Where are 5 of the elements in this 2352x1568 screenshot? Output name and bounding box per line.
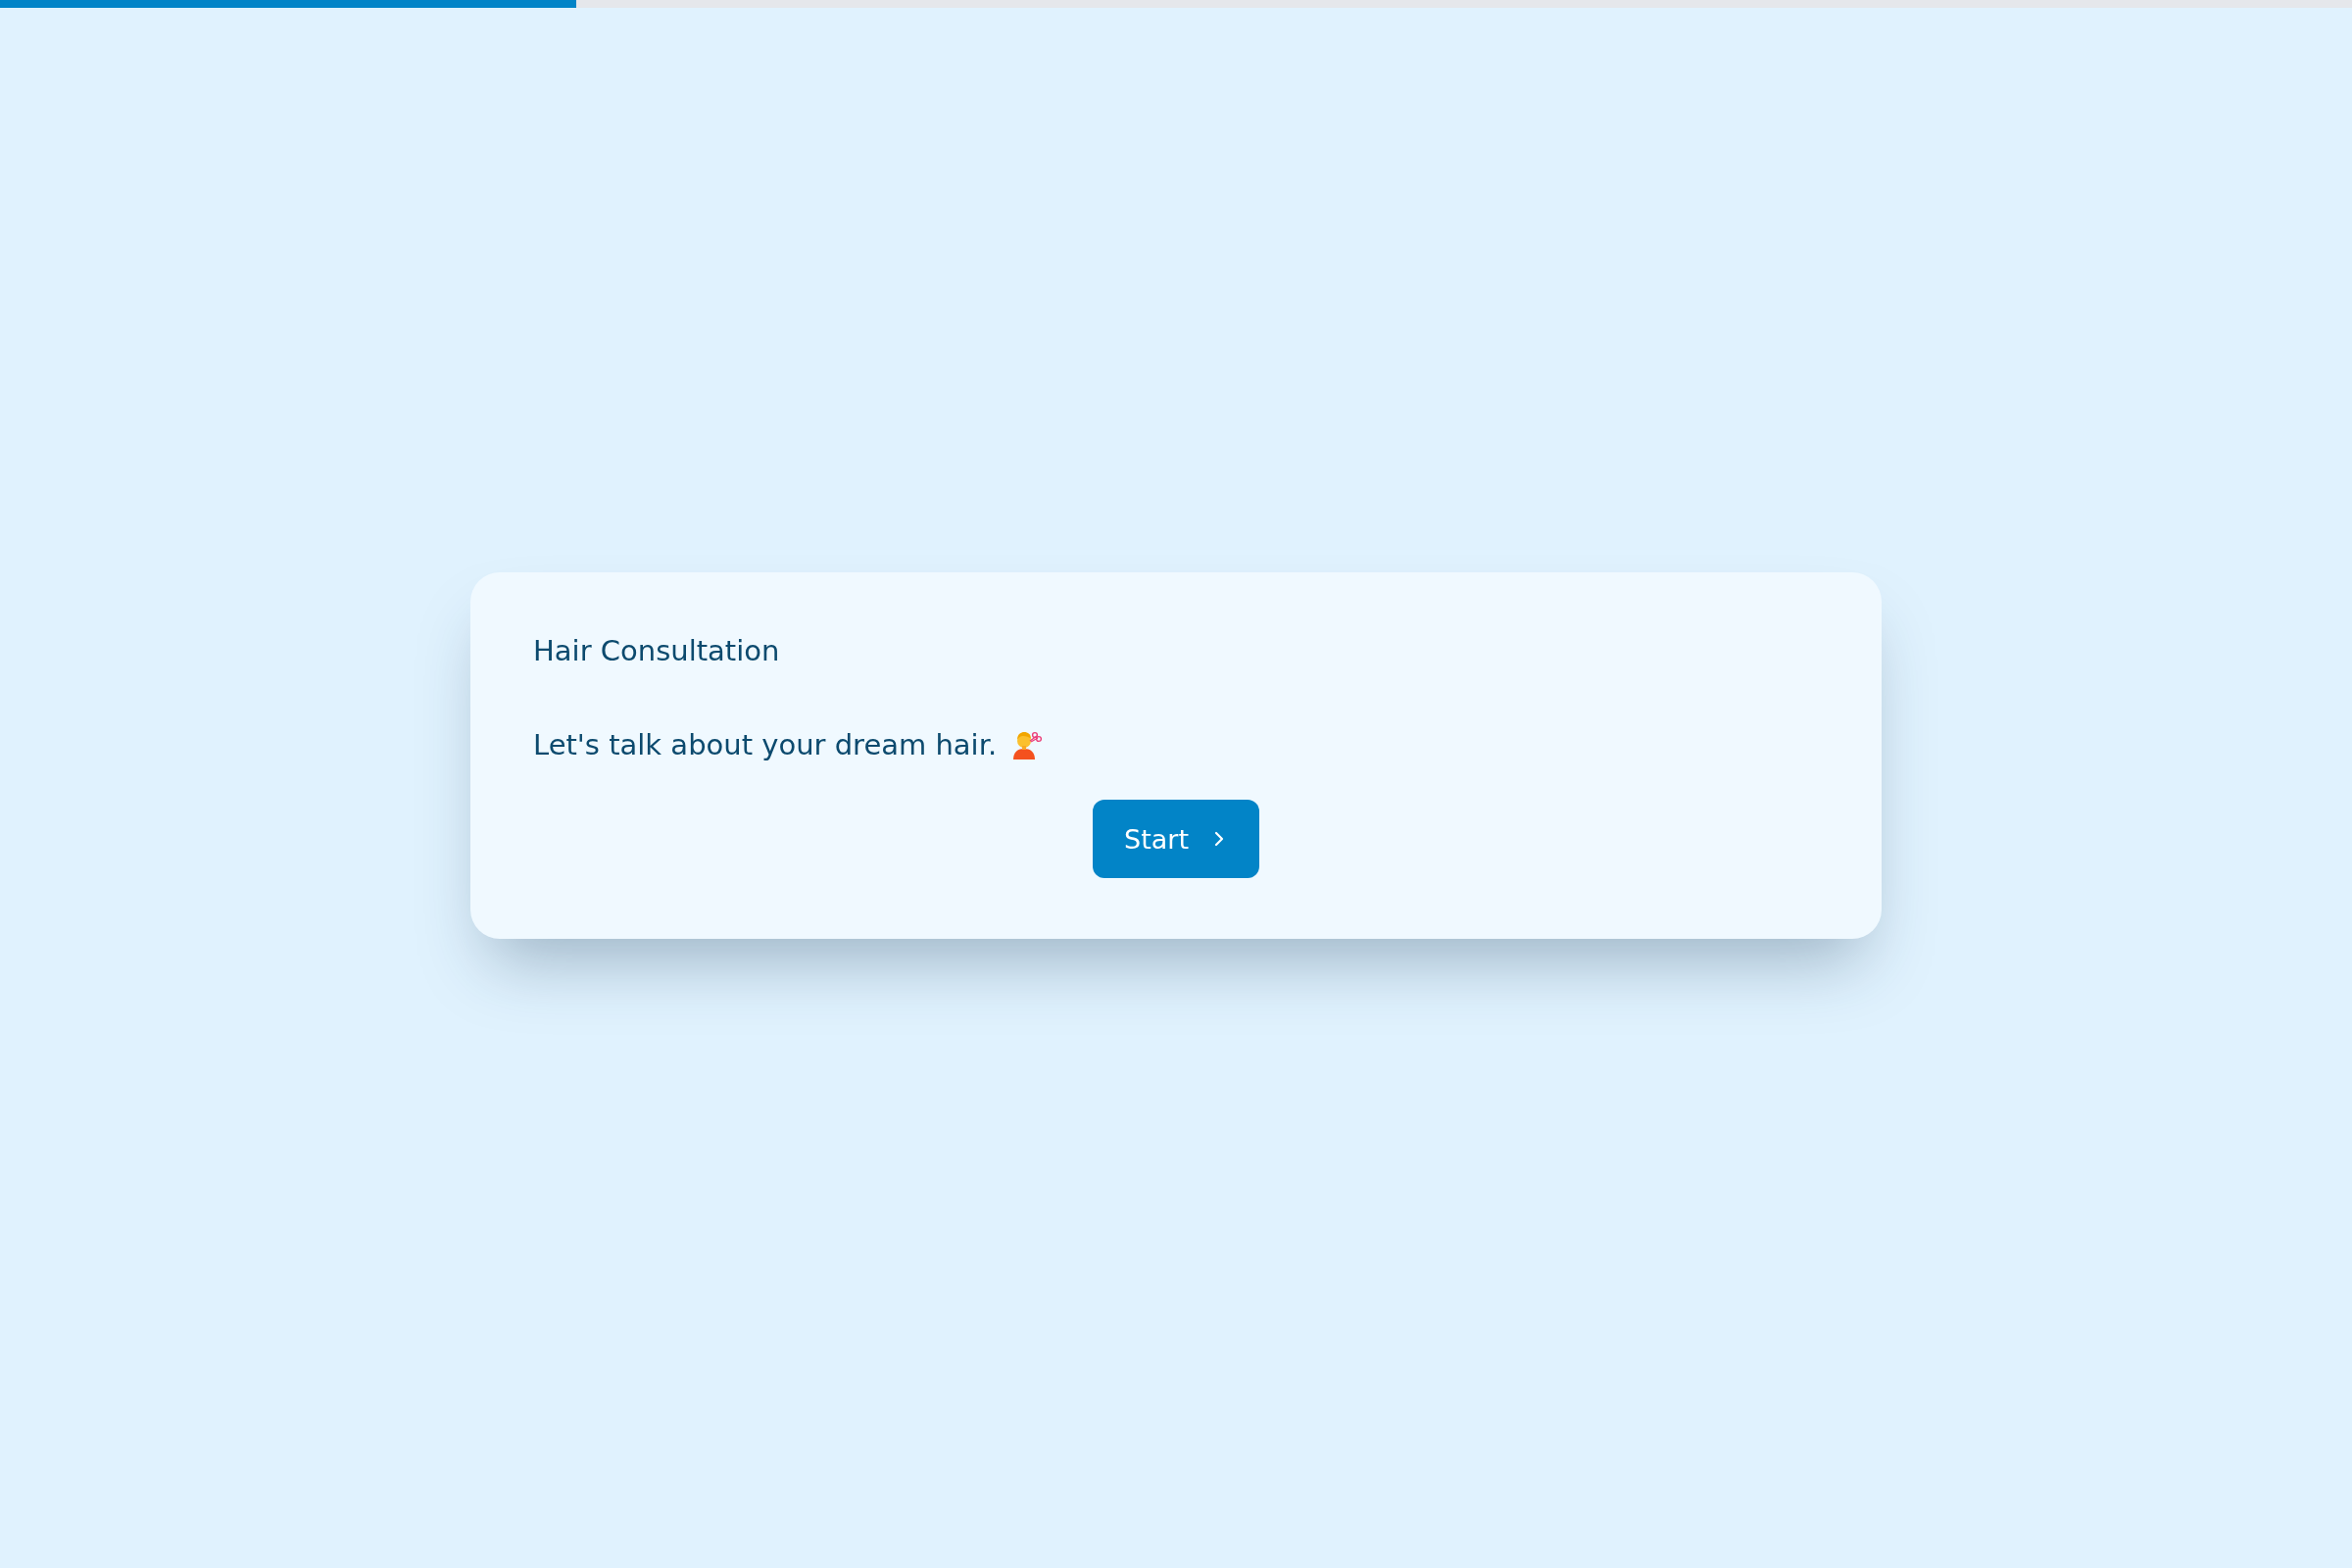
start-button[interactable]: Start (1093, 800, 1259, 878)
intro-message: Let's talk about your dream hair. (533, 727, 998, 762)
card-title: Hair Consultation (533, 633, 780, 668)
chevron-right-icon (1214, 831, 1224, 847)
haircut-person-icon (1010, 730, 1043, 760)
